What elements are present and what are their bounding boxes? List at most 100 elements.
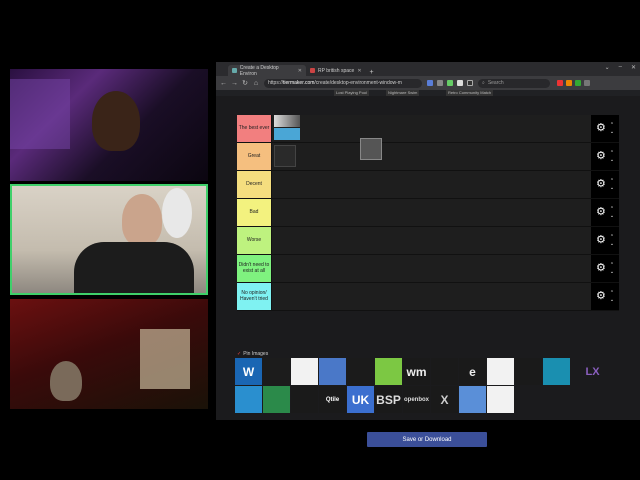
back-icon[interactable]: ← — [220, 80, 227, 87]
browser-window: Create a Desktop Environ ✕ RP british sp… — [216, 62, 640, 447]
tier-image-tile[interactable] — [274, 128, 300, 140]
tab-label: Create a Desktop Environ — [239, 64, 279, 77]
tier-label[interactable]: Great — [237, 143, 271, 170]
white-x-logo-icon[interactable] — [347, 358, 374, 385]
url-path: /create/desktop-environment-window-m — [314, 80, 402, 86]
wm-logo-icon[interactable]: wm — [403, 358, 430, 385]
tier-move-arrows: ⌃ ⌄ — [610, 234, 614, 247]
qtile-logo-icon[interactable]: Qtile — [319, 386, 346, 413]
extension-icon[interactable] — [467, 80, 473, 86]
extension-icon[interactable] — [447, 80, 453, 86]
chevron-down-icon[interactable]: ⌄ — [610, 241, 614, 248]
blue-u-logo-icon[interactable] — [319, 358, 346, 385]
bookmark-star-icon[interactable] — [427, 80, 433, 86]
tab-label: RP british space — [318, 67, 355, 74]
openbox-logo-icon[interactable]: openbox — [403, 386, 430, 413]
unity-logo-icon[interactable]: UK — [347, 386, 374, 413]
reload-icon[interactable]: ↻ — [242, 79, 248, 87]
gear-icon[interactable]: ⚙ — [596, 291, 606, 302]
pin-icon[interactable]: ✓ — [237, 351, 241, 357]
blue-sail-logo-icon[interactable] — [459, 386, 486, 413]
sail-logo-icon[interactable] — [487, 358, 514, 385]
close-tab-icon[interactable]: ✕ — [298, 68, 302, 74]
tier-move-arrows: ⌃ ⌄ — [610, 150, 614, 163]
tier-move-arrows: ⌃ ⌄ — [610, 206, 614, 219]
chevron-down-icon[interactable]: ⌄ — [610, 129, 614, 136]
tier-label[interactable]: Didn't need to exist at all — [237, 255, 271, 282]
gear-icon[interactable]: ⚙ — [596, 263, 606, 274]
chevron-down-icon[interactable]: ⌄ — [605, 64, 610, 71]
tier-row: No opinion/ Haven't tried ⚙ ⌃ ⌄ — [237, 283, 619, 311]
chevron-down-icon[interactable]: ⌄ — [610, 157, 614, 164]
tier-drop-zone[interactable] — [271, 171, 591, 198]
chevron-down-icon[interactable]: ⌄ — [610, 297, 614, 304]
sail-white-logo-icon[interactable] — [487, 386, 514, 413]
lxqt-logo-icon[interactable]: LX — [579, 358, 606, 385]
menu-icon[interactable] — [584, 80, 590, 86]
bspwm-logo-icon[interactable]: BSP — [375, 386, 402, 413]
tier-drop-zone[interactable] — [271, 115, 591, 142]
minimize-button[interactable]: – — [619, 64, 622, 71]
forward-icon[interactable]: → — [231, 80, 238, 87]
favicon-icon — [310, 68, 315, 73]
tier-row: Bad ⚙ ⌃ ⌄ — [237, 199, 619, 227]
tier-label[interactable]: The best ever — [237, 115, 271, 142]
chevron-down-icon[interactable]: ⌄ — [610, 269, 614, 276]
tab-tiermaker[interactable]: Create a Desktop Environ ✕ — [228, 64, 306, 77]
grey-swoosh-logo-icon[interactable] — [431, 358, 458, 385]
ubuntu-logo-icon[interactable] — [291, 386, 318, 413]
tier-label[interactable]: Decent — [237, 171, 271, 198]
tier-image-tile[interactable] — [274, 115, 300, 127]
tier-row: Didn't need to exist at all ⚙ ⌃ ⌄ — [237, 255, 619, 283]
gear-icon[interactable]: ⚙ — [596, 123, 606, 134]
tier-drop-zone[interactable] — [271, 227, 591, 254]
dragging-tile[interactable] — [360, 138, 382, 160]
chevron-down-icon[interactable]: ⌄ — [610, 213, 614, 220]
chevron-down-icon[interactable]: ⌄ — [610, 185, 614, 192]
tier-controls: ⚙ ⌃ ⌄ — [591, 255, 619, 282]
e-logo-icon[interactable]: e — [459, 358, 486, 385]
kde-plasma-logo-icon[interactable] — [291, 358, 318, 385]
gear-icon[interactable]: ⚙ — [596, 179, 606, 190]
screen: Create a Desktop Environ ✕ RP british sp… — [0, 0, 640, 480]
tier-label[interactable]: No opinion/ Haven't tried — [237, 283, 271, 310]
extension-icon[interactable] — [457, 80, 463, 86]
addon-icon[interactable] — [566, 80, 572, 86]
close-tab-icon[interactable]: ✕ — [357, 68, 361, 74]
tier-move-arrows: ⌃ ⌄ — [610, 290, 614, 303]
close-window-button[interactable]: ✕ — [631, 64, 636, 71]
save-download-button[interactable]: Save or Download — [367, 432, 487, 447]
tab-rp-british-space[interactable]: RP british space ✕ — [306, 65, 366, 76]
reader-icon[interactable] — [437, 80, 443, 86]
tier-drop-zone[interactable] — [271, 255, 591, 282]
gear-icon[interactable]: ⚙ — [596, 207, 606, 218]
tier-controls: ⚙ ⌃ ⌄ — [591, 283, 619, 310]
gear-icon[interactable]: ⚙ — [596, 151, 606, 162]
tier-drop-zone[interactable] — [271, 283, 591, 310]
orange-mountain-logo-icon[interactable] — [263, 358, 290, 385]
tier-drop-zone[interactable] — [271, 138, 591, 170]
tier-drop-zone[interactable] — [271, 199, 591, 226]
tier-image-tile[interactable] — [274, 145, 296, 167]
new-tab-button[interactable]: + — [366, 69, 378, 76]
addon-icon[interactable] — [557, 80, 563, 86]
url-field[interactable]: https://tiermaker.com/create/desktop-env… — [264, 78, 422, 88]
addon-icon[interactable] — [575, 80, 581, 86]
wayfire-logo-icon[interactable]: W — [235, 358, 262, 385]
gear-icon[interactable]: ⚙ — [596, 235, 606, 246]
tier-row: The best ever ⚙ ⌃ ⌄ — [237, 115, 619, 143]
tier-move-arrows: ⌃ ⌄ — [610, 122, 614, 135]
budgie-logo-icon[interactable] — [263, 386, 290, 413]
x-logo-icon[interactable]: X — [431, 386, 458, 413]
toolbar-addons — [557, 80, 590, 86]
person-shirt — [74, 242, 194, 293]
tier-label[interactable]: Bad — [237, 199, 271, 226]
magnifier-logo-icon[interactable] — [543, 358, 570, 385]
green-spiral-logo-icon[interactable] — [375, 358, 402, 385]
tier-label[interactable]: Worse — [237, 227, 271, 254]
dots-logo-icon[interactable] — [515, 358, 542, 385]
search-field[interactable]: ⌕ Search — [478, 78, 550, 88]
deepin-logo-icon[interactable] — [235, 386, 262, 413]
webcam-feed-3 — [10, 299, 208, 409]
home-icon[interactable]: ⌂ — [253, 80, 259, 87]
